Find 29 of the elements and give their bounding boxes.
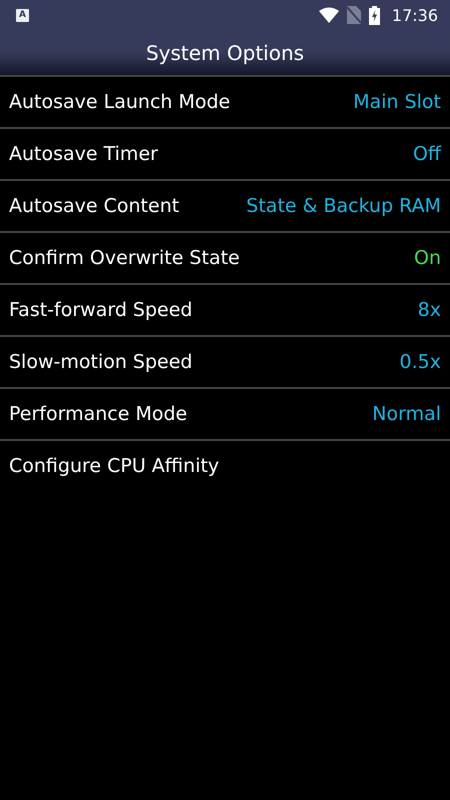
screen-title: System Options	[146, 40, 304, 64]
option-label: Autosave Launch Mode	[9, 91, 230, 113]
settings-row[interactable]: Autosave Timer Off	[0, 129, 450, 181]
settings-row[interactable]: Configure CPU Affinity	[0, 441, 450, 491]
option-value: Main Slot	[353, 91, 441, 113]
wifi-icon	[318, 7, 339, 23]
option-label: Fast-forward Speed	[9, 299, 192, 321]
settings-row[interactable]: Confirm Overwrite State On	[0, 233, 450, 285]
option-label: Autosave Content	[9, 195, 180, 217]
option-value: Off	[412, 143, 441, 165]
option-label: Confirm Overwrite State	[9, 247, 240, 269]
option-label: Autosave Timer	[9, 143, 158, 165]
settings-row[interactable]: Performance Mode Normal	[0, 389, 450, 441]
option-label: Performance Mode	[9, 403, 188, 425]
notification-app-icon: A	[16, 8, 29, 22]
option-label: Slow-motion Speed	[9, 351, 192, 373]
option-value: 0.5x	[400, 351, 441, 373]
battery-charging-icon	[368, 6, 380, 24]
clock-time: 17:36	[392, 6, 438, 24]
no-sim-icon	[346, 6, 361, 24]
settings-row[interactable]: Autosave Launch Mode Main Slot	[0, 77, 450, 129]
settings-row[interactable]: Fast-forward Speed 8x	[0, 285, 450, 337]
option-value: Normal	[372, 403, 441, 425]
settings-row[interactable]: Slow-motion Speed 0.5x	[0, 337, 450, 389]
option-value: 8x	[418, 299, 441, 321]
settings-row[interactable]: Autosave Content State & Backup RAM	[0, 181, 450, 233]
option-value: State & Backup RAM	[246, 195, 441, 217]
toggle-value: On	[414, 247, 441, 269]
option-label: Configure CPU Affinity	[9, 455, 220, 477]
